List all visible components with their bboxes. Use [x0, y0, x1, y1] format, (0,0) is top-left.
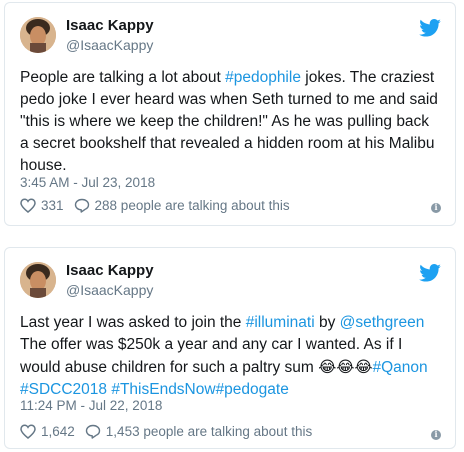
twitter-bird-icon[interactable]: [419, 19, 441, 37]
reply-button[interactable]: 1,453 people are talking about this: [85, 424, 312, 439]
author-handle[interactable]: @IsaacKappy: [66, 282, 153, 298]
author-handle[interactable]: @IsaacKappy: [66, 37, 153, 53]
hashtag-link[interactable]: #pedophile: [225, 69, 301, 86]
info-icon[interactable]: [431, 202, 441, 213]
avatar[interactable]: [20, 262, 56, 298]
tweet-text: People are talking a lot about #pedophil…: [20, 67, 441, 177]
avatar[interactable]: [20, 17, 56, 53]
twitter-bird-icon[interactable]: [419, 264, 441, 282]
author-name[interactable]: Isaac Kappy: [66, 17, 154, 34]
tweet-text-segment: Last year I was asked to join the: [20, 314, 246, 331]
hashtag-link[interactable]: #illuminati: [246, 314, 315, 331]
like-count: 1,642: [41, 424, 75, 439]
mention-link[interactable]: @sethgreen: [340, 314, 425, 331]
tweet-actions: 1,642 1,453 people are talking about thi…: [20, 424, 322, 439]
tweet-card[interactable]: Isaac Kappy @IsaacKappy People are talki…: [4, 2, 456, 226]
info-icon[interactable]: [431, 429, 441, 440]
tweet-text-segment: People are talking a lot about: [20, 69, 226, 86]
reply-icon: [74, 198, 89, 213]
talking-count: 1,453 people are talking about this: [105, 424, 313, 439]
tweet-timestamp[interactable]: 3:45 AM - Jul 23, 2018: [20, 175, 155, 190]
talking-count: 288 people are talking about this: [94, 198, 290, 213]
heart-icon: [20, 424, 36, 439]
like-button[interactable]: 331: [20, 198, 64, 213]
reply-icon: [85, 424, 100, 439]
laughing-emoji: 😂😂😂: [318, 358, 373, 376]
author-name[interactable]: Isaac Kappy: [66, 262, 154, 279]
tweet-actions: 331 288 people are talking about this: [20, 198, 300, 213]
heart-icon: [20, 198, 36, 213]
tweet-timestamp[interactable]: 11:24 PM - Jul 22, 2018: [20, 398, 162, 413]
tweet-text-segment: by: [314, 314, 340, 331]
reply-button[interactable]: 288 people are talking about this: [74, 198, 290, 213]
tweet-card[interactable]: Isaac Kappy @IsaacKappy Last year I was …: [4, 247, 456, 449]
like-count: 331: [41, 198, 64, 213]
like-button[interactable]: 1,642: [20, 424, 75, 439]
tweet-text: Last year I was asked to join the #illum…: [20, 312, 441, 401]
